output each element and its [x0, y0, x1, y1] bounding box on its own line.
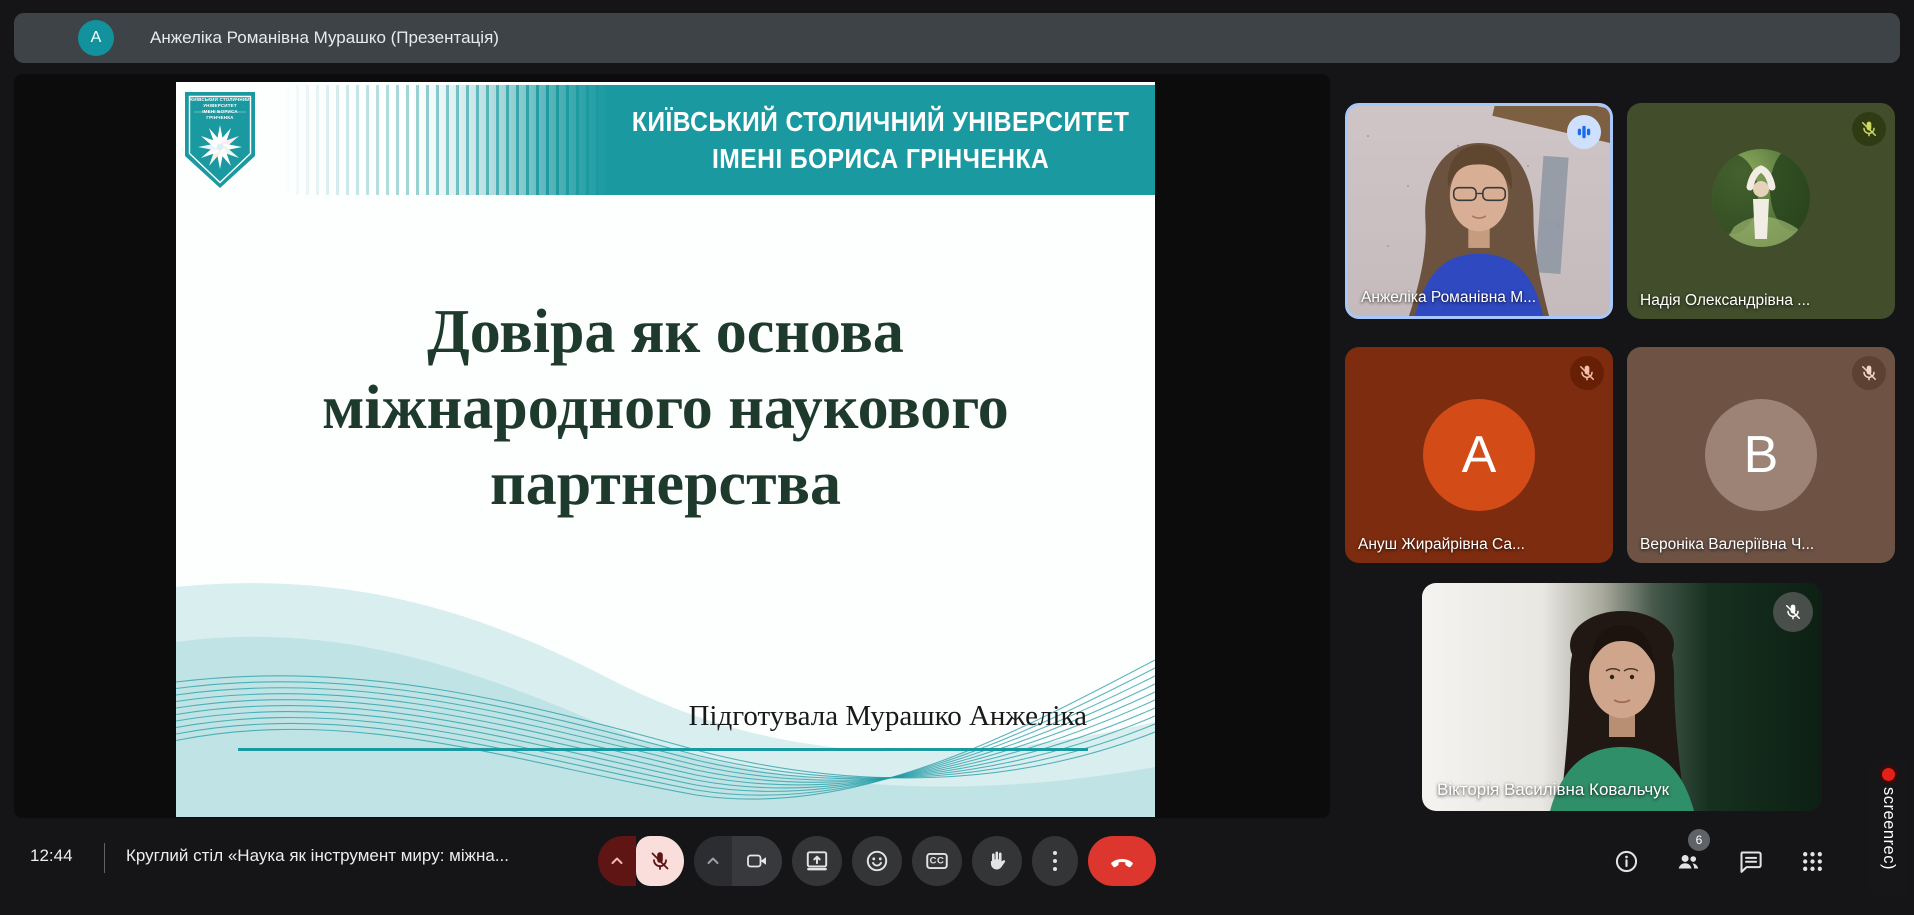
camera-button[interactable]	[732, 836, 782, 886]
mic-off-icon	[1577, 363, 1597, 383]
mic-off-indicator	[1570, 356, 1604, 390]
audio-equalizer-icon	[1574, 122, 1594, 142]
credit-underline	[238, 748, 1088, 751]
mic-off-icon	[1783, 602, 1803, 622]
participant-name: Вероніка Валеріївна Ч...	[1640, 536, 1814, 554]
slide-title-line1: Довіра як основа	[176, 294, 1155, 370]
meeting-title: Круглий стіл «Наука як інструмент миру: …	[126, 846, 509, 866]
watermark-bracket: )	[1880, 864, 1898, 870]
captions-label: CC	[930, 856, 945, 867]
watermark-text: screenrec)	[1880, 787, 1897, 870]
meeting-details-button[interactable]	[1612, 847, 1640, 875]
profile-photo	[1712, 149, 1810, 247]
participant-tile-nadiia[interactable]: Надія Олександрівна ...	[1627, 103, 1895, 319]
participant-name: Ануш Жирайрівна Са...	[1358, 536, 1525, 554]
emoji-smile-icon	[864, 848, 890, 874]
presenter-title: Анжеліка Романівна Мурашко (Презентація)	[150, 28, 499, 48]
participants-button[interactable]: 6	[1674, 847, 1702, 875]
slide-title-line2: міжнародного наукового	[176, 370, 1155, 446]
participant-name: Вікторія Василівна Ковальчук	[1437, 780, 1669, 800]
info-icon	[1613, 848, 1640, 875]
participant-tile-veronika[interactable]: B Вероніка Валеріївна Ч...	[1627, 347, 1895, 563]
participant-name: Анжеліка Романівна М...	[1361, 289, 1536, 307]
camera-icon	[745, 849, 769, 873]
raised-hand-icon	[984, 848, 1010, 874]
mic-off-icon	[648, 849, 672, 873]
camera-options-chevron[interactable]	[694, 836, 732, 886]
recording-dot-icon	[1882, 768, 1895, 781]
speaking-indicator	[1567, 115, 1601, 149]
mic-button-group[interactable]	[598, 836, 684, 886]
end-call-icon	[1108, 847, 1136, 875]
screenrec-watermark: screenrec)	[1869, 760, 1908, 896]
reactions-button[interactable]	[852, 836, 902, 886]
logo-text-line2: ІМЕНІ БОРИСА ГРІНЧЕНКА	[188, 109, 252, 121]
camera-button-group[interactable]	[694, 836, 782, 886]
mute-button[interactable]	[636, 836, 684, 886]
university-logo: КИЇВСЬКИЙ СТОЛИЧНИЙ УНІВЕРСИТЕТ ІМЕНІ БО…	[182, 90, 258, 190]
people-icon	[1675, 848, 1702, 875]
presenter-avatar: A	[78, 20, 114, 56]
mic-off-indicator	[1852, 356, 1886, 390]
participant-tile-anush[interactable]: A Ануш Жирайрівна Са...	[1345, 347, 1613, 563]
presentation-banner[interactable]: A Анжеліка Романівна Мурашко (Презентаці…	[14, 13, 1900, 63]
raise-hand-button[interactable]	[972, 836, 1022, 886]
captions-button[interactable]: CC	[912, 836, 962, 886]
meeting-panel-icons: 6	[1612, 847, 1826, 875]
slide-title-line3: партнерства	[176, 446, 1155, 522]
person-video	[1422, 583, 1822, 811]
watermark-label: screenrec	[1880, 787, 1898, 864]
mic-off-indicator	[1773, 592, 1813, 632]
slide-header-band: КИЇВСЬКИЙ СТОЛИЧНИЙ УНІВЕРСИТЕТ ІМЕНІ БО…	[176, 85, 1155, 195]
grid-apps-icon	[1799, 848, 1826, 875]
participant-tile-viktoriia[interactable]: Вікторія Василівна Ковальчук	[1422, 583, 1822, 811]
end-call-button[interactable]	[1088, 836, 1156, 886]
slide-title: Довіра як основа міжнародного наукового …	[176, 294, 1155, 522]
present-screen-icon	[804, 848, 830, 874]
activities-button[interactable]	[1798, 847, 1826, 875]
divider	[104, 843, 105, 873]
mic-options-chevron[interactable]	[598, 836, 636, 886]
mic-off-icon	[1859, 119, 1879, 139]
participant-tile-anzhelika[interactable]: Анжеліка Романівна М...	[1345, 103, 1613, 319]
participant-name: Надія Олександрівна ...	[1640, 292, 1810, 310]
mic-off-icon	[1859, 363, 1879, 383]
shared-slide: КИЇВСЬКИЙ СТОЛИЧНИЙ УНІВЕРСИТЕТ ІМЕНІ БО…	[176, 82, 1155, 817]
chat-icon	[1737, 848, 1764, 875]
clock: 12:44	[30, 846, 73, 866]
mic-off-indicator	[1852, 112, 1886, 146]
participants-count-badge: 6	[1688, 829, 1710, 851]
chevron-up-icon	[605, 849, 629, 873]
vertical-dots-icon	[1053, 851, 1057, 871]
logo-text-line1: КИЇВСЬКИЙ СТОЛИЧНИЙ УНІВЕРСИТЕТ	[188, 97, 252, 109]
chevron-up-icon	[701, 849, 725, 873]
initial-avatar: A	[1423, 399, 1535, 511]
initial-avatar: B	[1705, 399, 1817, 511]
chat-button[interactable]	[1736, 847, 1764, 875]
more-options-button[interactable]	[1032, 836, 1078, 886]
university-name-line2: ІМЕНІ БОРИСА ГРІНЧЕНКА	[712, 140, 1049, 177]
slide-credit: Підготувала Мурашко Анжеліка	[688, 700, 1087, 733]
call-controls: CC	[598, 836, 1156, 886]
university-name-line1: КИЇВСЬКИЙ СТОЛИЧНИЙ УНІВЕРСИТЕТ	[632, 103, 1129, 140]
present-button[interactable]	[792, 836, 842, 886]
